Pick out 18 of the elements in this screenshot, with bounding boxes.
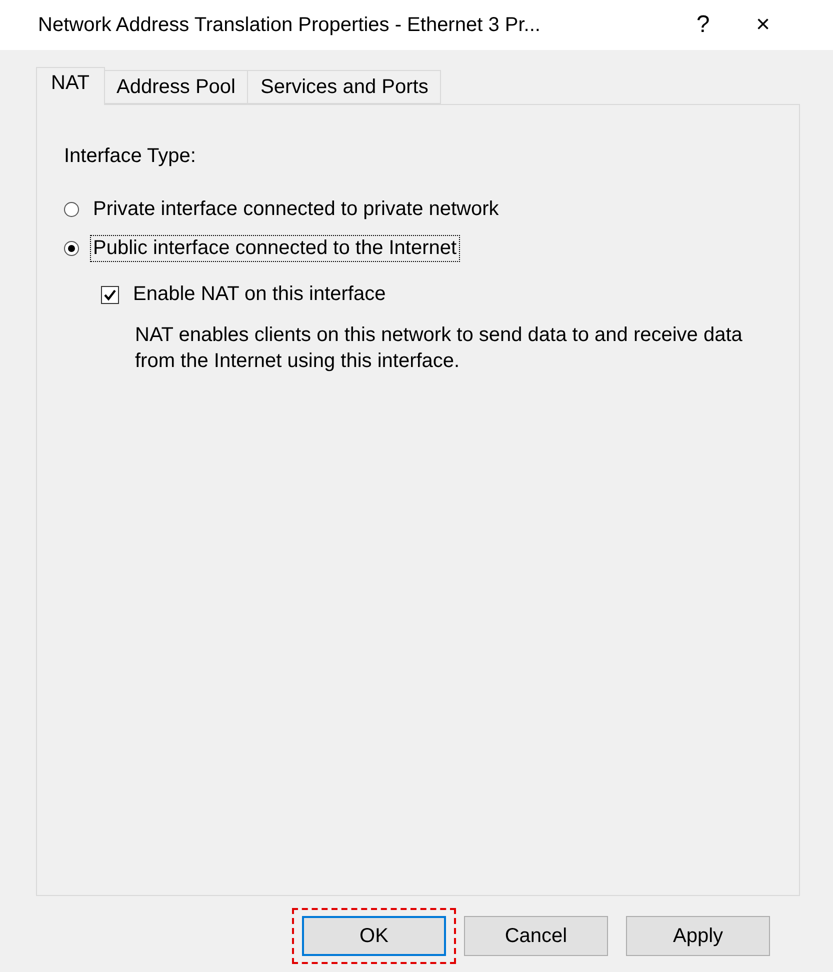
radio-button[interactable] [64, 202, 79, 217]
tab[interactable]: NAT [36, 67, 105, 105]
checkbox[interactable] [101, 286, 119, 304]
checkbox-label[interactable]: Enable NAT on this interface [133, 283, 386, 306]
description-text: NAT enables clients on this network to send data to and receive data from the Internet using this interface. [135, 323, 744, 374]
help-button[interactable]: ? [673, 5, 733, 45]
tab[interactable]: Address Pool [104, 70, 248, 104]
tab[interactable]: Services and Ports [247, 70, 442, 104]
dialog-button[interactable]: Apply [626, 916, 770, 956]
group-label: Interface Type: [64, 145, 197, 168]
radio-label[interactable]: Private interface connected to private network [91, 197, 501, 222]
radio-button[interactable] [64, 241, 79, 256]
check-icon [103, 288, 117, 302]
close-button[interactable]: × [733, 5, 793, 45]
window-title: Network Address Translation Properties - Ethernet 3 Pr... [38, 14, 542, 36]
radio-label[interactable]: Public interface connected to the Internet [91, 236, 459, 261]
dialog-button[interactable]: Cancel [464, 916, 608, 956]
dialog-button[interactable]: OK [302, 916, 446, 956]
